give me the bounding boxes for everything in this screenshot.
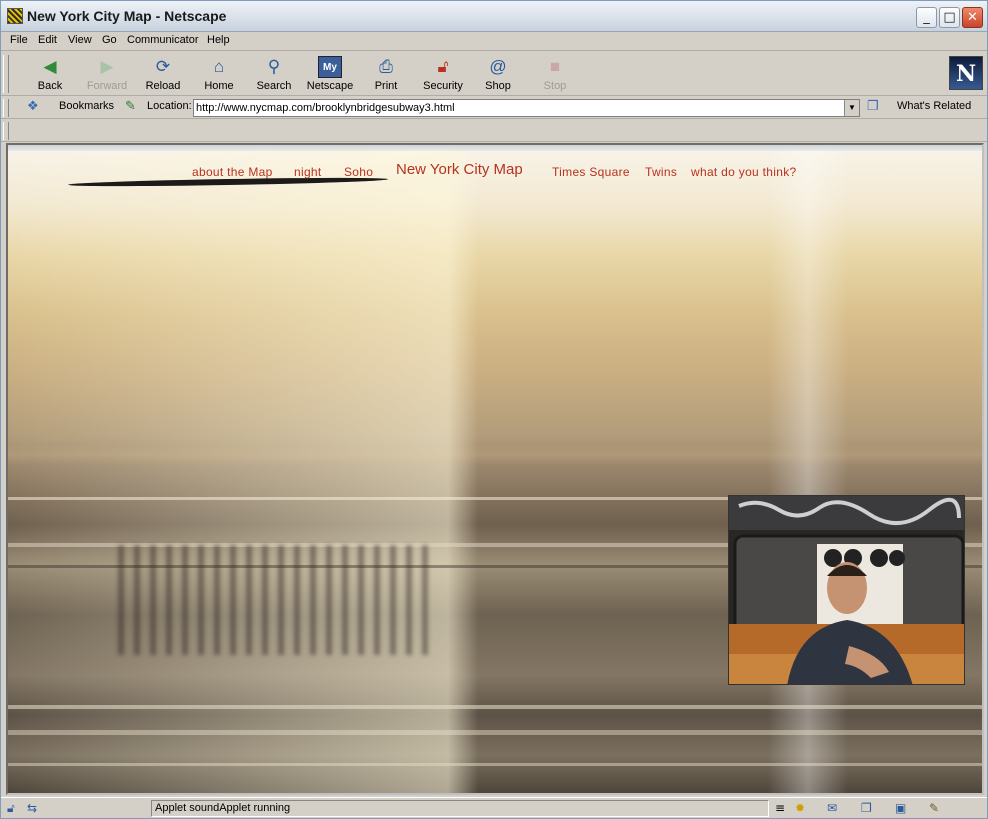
location-toolbar: ❖ Bookmarks ✎ Location: http://www.nycma…	[1, 97, 987, 119]
whats-related-button[interactable]: ❐ What's Related	[867, 98, 972, 113]
home-icon: ⌂	[213, 57, 225, 76]
reload-button[interactable]: ⟳ Reload	[137, 54, 189, 94]
menu-edit[interactable]: Edit	[38, 34, 57, 46]
reload-icon: ⟳	[155, 57, 171, 76]
forward-label: Forward	[86, 80, 128, 92]
locbar-grip[interactable]	[3, 99, 9, 117]
bookmarks-icon: ❖	[27, 98, 39, 113]
url-dropdown-button[interactable]: ▼	[844, 100, 859, 116]
location-label: Location:	[147, 100, 192, 112]
my-netscape-icon: My	[318, 56, 342, 78]
bookmarks-label: Bookmarks	[59, 100, 115, 112]
padlock-icon: 🔓︎	[437, 57, 449, 76]
search-label: Search	[256, 80, 292, 92]
addressbook-icon[interactable]: ▣	[895, 801, 906, 815]
graffiti-blur	[118, 545, 438, 655]
rail-streak	[8, 763, 982, 766]
back-arrow-icon: ◀	[43, 57, 57, 76]
shop-label: Shop	[485, 80, 511, 92]
shop-icon: @	[489, 57, 507, 76]
rail-streak	[8, 730, 982, 735]
url-input[interactable]: http://www.nycmap.com/brooklynbridgesubw…	[193, 99, 860, 117]
personal-toolbar-grip[interactable]	[3, 122, 9, 140]
menu-communicator[interactable]: Communicator	[127, 34, 199, 46]
minimize-button[interactable]: _	[916, 7, 937, 28]
status-text: Applet soundApplet running	[155, 802, 291, 814]
home-button[interactable]: ⌂ Home	[193, 54, 245, 94]
netscape-app-icon[interactable]	[7, 8, 23, 24]
forward-arrow-icon: ▶	[100, 57, 114, 76]
maximize-button[interactable]: □	[939, 7, 960, 28]
subway-photo-drawing	[729, 496, 964, 684]
top-rail	[8, 145, 982, 151]
window-title: New York City Map - Netscape	[27, 8, 227, 24]
site-title-link[interactable]: New York City Map	[396, 161, 523, 178]
menu-bar: File Edit View Go Communicator Help	[1, 32, 987, 51]
page-content: about the Map night Soho New York City M…	[6, 143, 984, 795]
forward-button[interactable]: ▶ Forward	[81, 54, 133, 94]
back-button[interactable]: ◀ Back	[24, 54, 76, 94]
nav-link-soho[interactable]: Soho	[344, 165, 373, 179]
mail-icon[interactable]: ✉	[827, 801, 837, 815]
menu-file[interactable]: File	[10, 34, 28, 46]
navigator-icon[interactable]: ✹	[795, 801, 805, 815]
nav-link-night[interactable]: night	[294, 165, 322, 179]
site-navigation: about the Map night Soho New York City M…	[8, 159, 982, 183]
bookmarks-button[interactable]: ❖ Bookmarks	[27, 98, 115, 113]
netscape-label: Netscape	[306, 80, 354, 92]
nav-link-about[interactable]: about the Map	[192, 165, 273, 179]
close-button[interactable]: ✕	[962, 7, 983, 28]
menu-go[interactable]: Go	[102, 34, 117, 46]
netscape-logo[interactable]: N	[949, 56, 983, 90]
shop-button[interactable]: @ Shop	[472, 54, 524, 94]
whats-related-label: What's Related	[897, 100, 972, 112]
nav-link-times-square[interactable]: Times Square	[552, 165, 630, 179]
nav-link-feedback[interactable]: what do you think?	[691, 165, 796, 179]
status-divider-icon: ≡	[775, 801, 786, 815]
personal-toolbar	[1, 120, 987, 142]
reload-label: Reload	[145, 80, 181, 92]
toolbar-grip[interactable]	[3, 55, 9, 93]
navigation-toolbar: ◀ Back ▶ Forward ⟳ Reload ⌂ Home ⚲ Searc…	[1, 52, 987, 96]
search-icon: ⚲	[267, 57, 281, 76]
rail-streak	[8, 705, 982, 709]
netscape-button[interactable]: My Netscape	[304, 54, 356, 94]
home-label: Home	[204, 80, 234, 92]
menu-help[interactable]: Help	[207, 34, 230, 46]
print-icon: ⎙	[379, 57, 393, 76]
security-label: Security	[423, 80, 463, 92]
nav-link-twins[interactable]: Twins	[645, 165, 677, 179]
url-text: http://www.nycmap.com/brooklynbridgesubw…	[196, 102, 455, 114]
discussion-icon[interactable]: ❐	[861, 801, 872, 815]
browser-window: New York City Map - Netscape _ □ ✕ File …	[0, 0, 988, 819]
menu-view[interactable]: View	[68, 34, 92, 46]
status-bar: 🔓︎ ⇆ Applet soundApplet running ≡ ✹ ✉ ❐ …	[1, 797, 987, 818]
online-status-icon[interactable]: ⇆	[27, 801, 37, 815]
stop-button[interactable]: ■ Stop	[529, 54, 581, 94]
stop-icon: ■	[549, 57, 561, 76]
security-button[interactable]: 🔓︎ Security	[417, 54, 469, 94]
subway-rider-photo[interactable]	[728, 495, 965, 685]
page-proxy-icon[interactable]: ✎	[125, 98, 136, 114]
composer-icon[interactable]: ✎	[929, 801, 939, 815]
security-status-icon[interactable]: 🔓︎	[7, 801, 15, 815]
stop-label: Stop	[543, 80, 567, 92]
title-bar[interactable]: New York City Map - Netscape _ □ ✕	[1, 1, 987, 32]
print-button[interactable]: ⎙ Print	[360, 54, 412, 94]
location-label-wrap: ✎ Location:	[125, 98, 192, 113]
whats-related-icon: ❐	[867, 98, 879, 113]
print-label: Print	[374, 80, 398, 92]
back-label: Back	[37, 80, 63, 92]
search-button[interactable]: ⚲ Search	[248, 54, 300, 94]
